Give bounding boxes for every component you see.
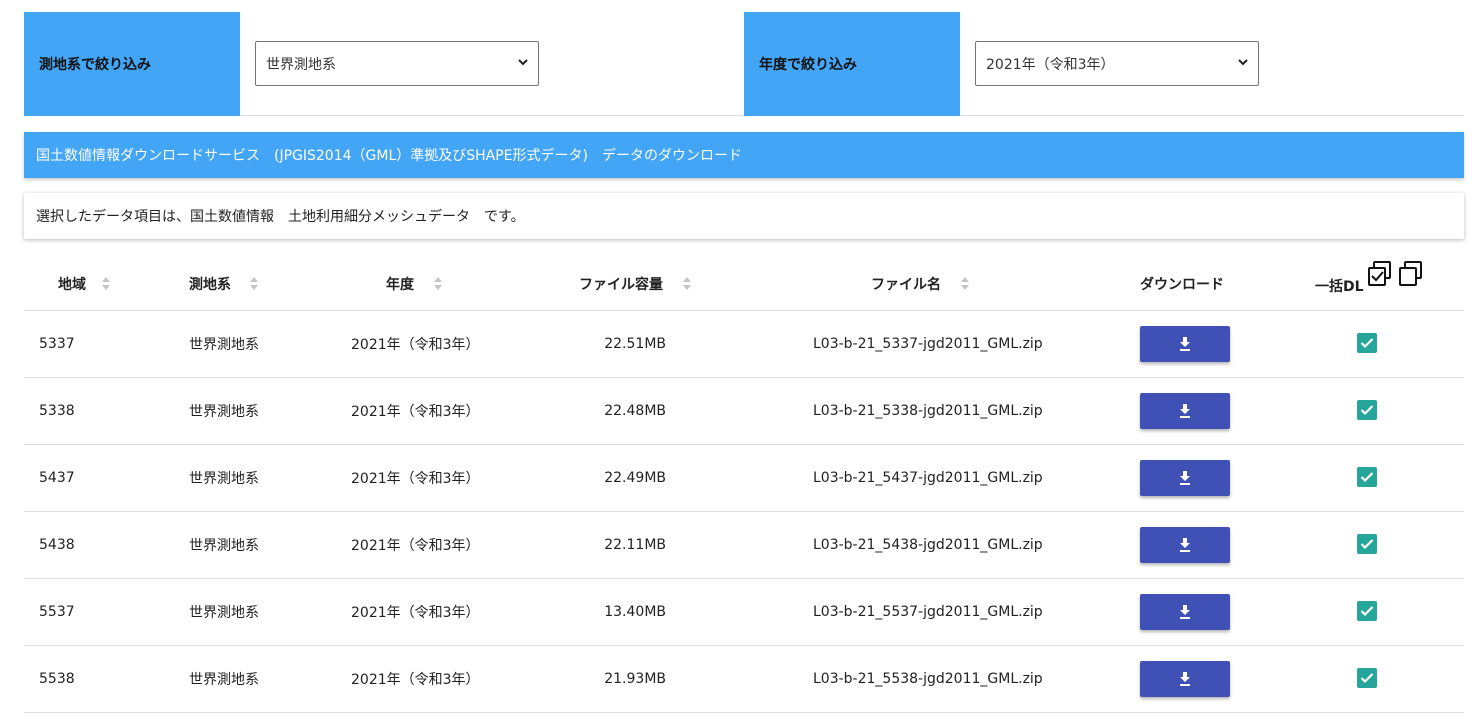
column-header-year-label: 年度 <box>386 276 414 293</box>
column-header-datum[interactable]: 測地系 <box>189 256 258 311</box>
checkbox-checked-icon <box>1360 405 1374 416</box>
cell-datum: 世界測地系 <box>189 404 259 420</box>
bulk-download-checkbox[interactable] <box>1357 668 1377 688</box>
checkbox-checked-icon <box>1360 539 1374 550</box>
bulk-download-checkbox[interactable] <box>1357 400 1377 420</box>
download-icon <box>1180 672 1190 686</box>
download-button[interactable] <box>1140 326 1230 362</box>
chevron-down-icon <box>1238 59 1248 66</box>
cell-datum: 世界測地系 <box>189 538 259 554</box>
column-header-size-label: ファイル容量 <box>579 276 663 293</box>
checkbox-checked-icon <box>1360 673 1374 684</box>
download-icon <box>1180 605 1190 619</box>
table-row: 5538 世界測地系 2021年（令和3年） 21.93MB L03-b-21_… <box>24 646 1464 713</box>
column-header-size[interactable]: ファイル容量 <box>579 256 691 311</box>
checkbox-checked-icon <box>1360 606 1374 617</box>
cell-filename: L03-b-21_5437-jgd2011_GML.zip <box>813 470 1043 486</box>
selection-notice-text: 選択したデータ項目は、国土数値情報 土地利用細分メッシュデータ です。 <box>36 209 525 225</box>
table-row: 5537 世界測地系 2021年（令和3年） 13.40MB L03-b-21_… <box>24 579 1464 646</box>
table-row: 5337 世界測地系 2021年（令和3年） 22.51MB L03-b-21_… <box>24 311 1464 378</box>
cell-region: 5538 <box>39 671 75 687</box>
cell-size: 22.51MB <box>604 336 666 352</box>
selection-notice: 選択したデータ項目は、国土数値情報 土地利用細分メッシュデータ です。 <box>24 193 1464 239</box>
cell-year: 2021年（令和3年） <box>351 404 480 420</box>
table-header: 地域 測地系 年度 ファイル容量 ファイル名 ダウンロード 一括DL <box>24 256 1464 311</box>
column-header-download: ダウンロード <box>1140 256 1224 311</box>
cell-datum: 世界測地系 <box>189 672 259 688</box>
bulk-download-checkbox[interactable] <box>1357 601 1377 621</box>
datum-filter-value: 世界測地系 <box>266 56 336 73</box>
cell-region: 5338 <box>39 403 75 419</box>
cell-region: 5438 <box>39 537 75 553</box>
cell-size: 13.40MB <box>604 604 666 620</box>
download-icon <box>1180 538 1190 552</box>
page-banner: 国土数値情報ダウンロードサービス (JPGIS2014（GML）準拠及びSHAP… <box>24 132 1464 178</box>
cell-size: 22.48MB <box>604 403 666 419</box>
datum-filter-label: 測地系で絞り込み <box>24 12 240 116</box>
cell-filename: L03-b-21_5338-jgd2011_GML.zip <box>813 403 1043 419</box>
sort-icon <box>961 276 969 292</box>
download-icon <box>1180 404 1190 418</box>
cell-region: 5437 <box>39 470 75 486</box>
cell-year: 2021年（令和3年） <box>351 538 480 554</box>
banner-title: 国土数値情報ダウンロードサービス (JPGIS2014（GML）準拠及びSHAP… <box>36 148 742 164</box>
column-header-bulk-download: 一括DL <box>1315 256 1424 311</box>
chevron-down-icon <box>518 59 528 66</box>
checkbox-checked-icon <box>1360 472 1374 483</box>
bulk-download-checkbox[interactable] <box>1357 534 1377 554</box>
table-row: 5438 世界測地系 2021年（令和3年） 22.11MB L03-b-21_… <box>24 512 1464 579</box>
cell-size: 22.49MB <box>604 470 666 486</box>
year-filter-label: 年度で絞り込み <box>744 12 960 116</box>
datum-filter-select[interactable]: 世界測地系 <box>255 41 539 86</box>
cell-region: 5337 <box>39 336 75 352</box>
table-row: 5338 世界測地系 2021年（令和3年） 22.48MB L03-b-21_… <box>24 378 1464 445</box>
download-button[interactable] <box>1140 393 1230 429</box>
sort-icon <box>434 276 442 292</box>
cell-filename: L03-b-21_5438-jgd2011_GML.zip <box>813 537 1043 553</box>
sort-icon <box>683 276 691 292</box>
cell-year: 2021年（令和3年） <box>351 605 480 621</box>
cell-year: 2021年（令和3年） <box>351 337 480 353</box>
download-button[interactable] <box>1140 661 1230 697</box>
download-button[interactable] <box>1140 527 1230 563</box>
cell-year: 2021年（令和3年） <box>351 672 480 688</box>
bulk-download-checkbox[interactable] <box>1357 333 1377 353</box>
column-header-file-label: ファイル名 <box>871 276 941 293</box>
download-button[interactable] <box>1140 594 1230 630</box>
select-all-icon[interactable] <box>1367 260 1393 288</box>
sort-icon <box>102 276 110 292</box>
cell-datum: 世界測地系 <box>189 471 259 487</box>
column-header-download-label: ダウンロード <box>1140 276 1224 293</box>
cell-filename: L03-b-21_5538-jgd2011_GML.zip <box>813 671 1043 687</box>
bulk-select-controls <box>1367 260 1424 288</box>
cell-filename: L03-b-21_5337-jgd2011_GML.zip <box>813 336 1043 352</box>
cell-year: 2021年（令和3年） <box>351 471 480 487</box>
year-filter-value: 2021年（令和3年） <box>986 56 1115 73</box>
column-header-year[interactable]: 年度 <box>386 256 442 311</box>
bulk-download-checkbox[interactable] <box>1357 467 1377 487</box>
cell-filename: L03-b-21_5537-jgd2011_GML.zip <box>813 604 1043 620</box>
cell-region: 5537 <box>39 604 75 620</box>
sort-icon <box>250 276 258 292</box>
year-filter-select[interactable]: 2021年（令和3年） <box>975 41 1259 86</box>
cell-datum: 世界測地系 <box>189 337 259 353</box>
cell-size: 22.11MB <box>604 537 666 553</box>
deselect-all-icon[interactable] <box>1398 260 1424 288</box>
download-icon <box>1180 471 1190 485</box>
table-row: 5437 世界測地系 2021年（令和3年） 22.49MB L03-b-21_… <box>24 445 1464 512</box>
cell-size: 21.93MB <box>604 671 666 687</box>
download-icon <box>1180 337 1190 351</box>
column-header-region-label: 地域 <box>58 276 86 293</box>
column-header-file[interactable]: ファイル名 <box>871 256 969 311</box>
column-header-bulk-label: 一括DL <box>1315 279 1364 295</box>
download-button[interactable] <box>1140 460 1230 496</box>
column-header-datum-label: 測地系 <box>189 276 231 293</box>
column-header-region[interactable]: 地域 <box>58 256 110 311</box>
checkbox-checked-icon <box>1360 338 1374 349</box>
cell-datum: 世界測地系 <box>189 605 259 621</box>
filter-bar: 測地系で絞り込み 世界測地系 年度で絞り込み 2021年（令和3年） <box>24 12 1464 116</box>
